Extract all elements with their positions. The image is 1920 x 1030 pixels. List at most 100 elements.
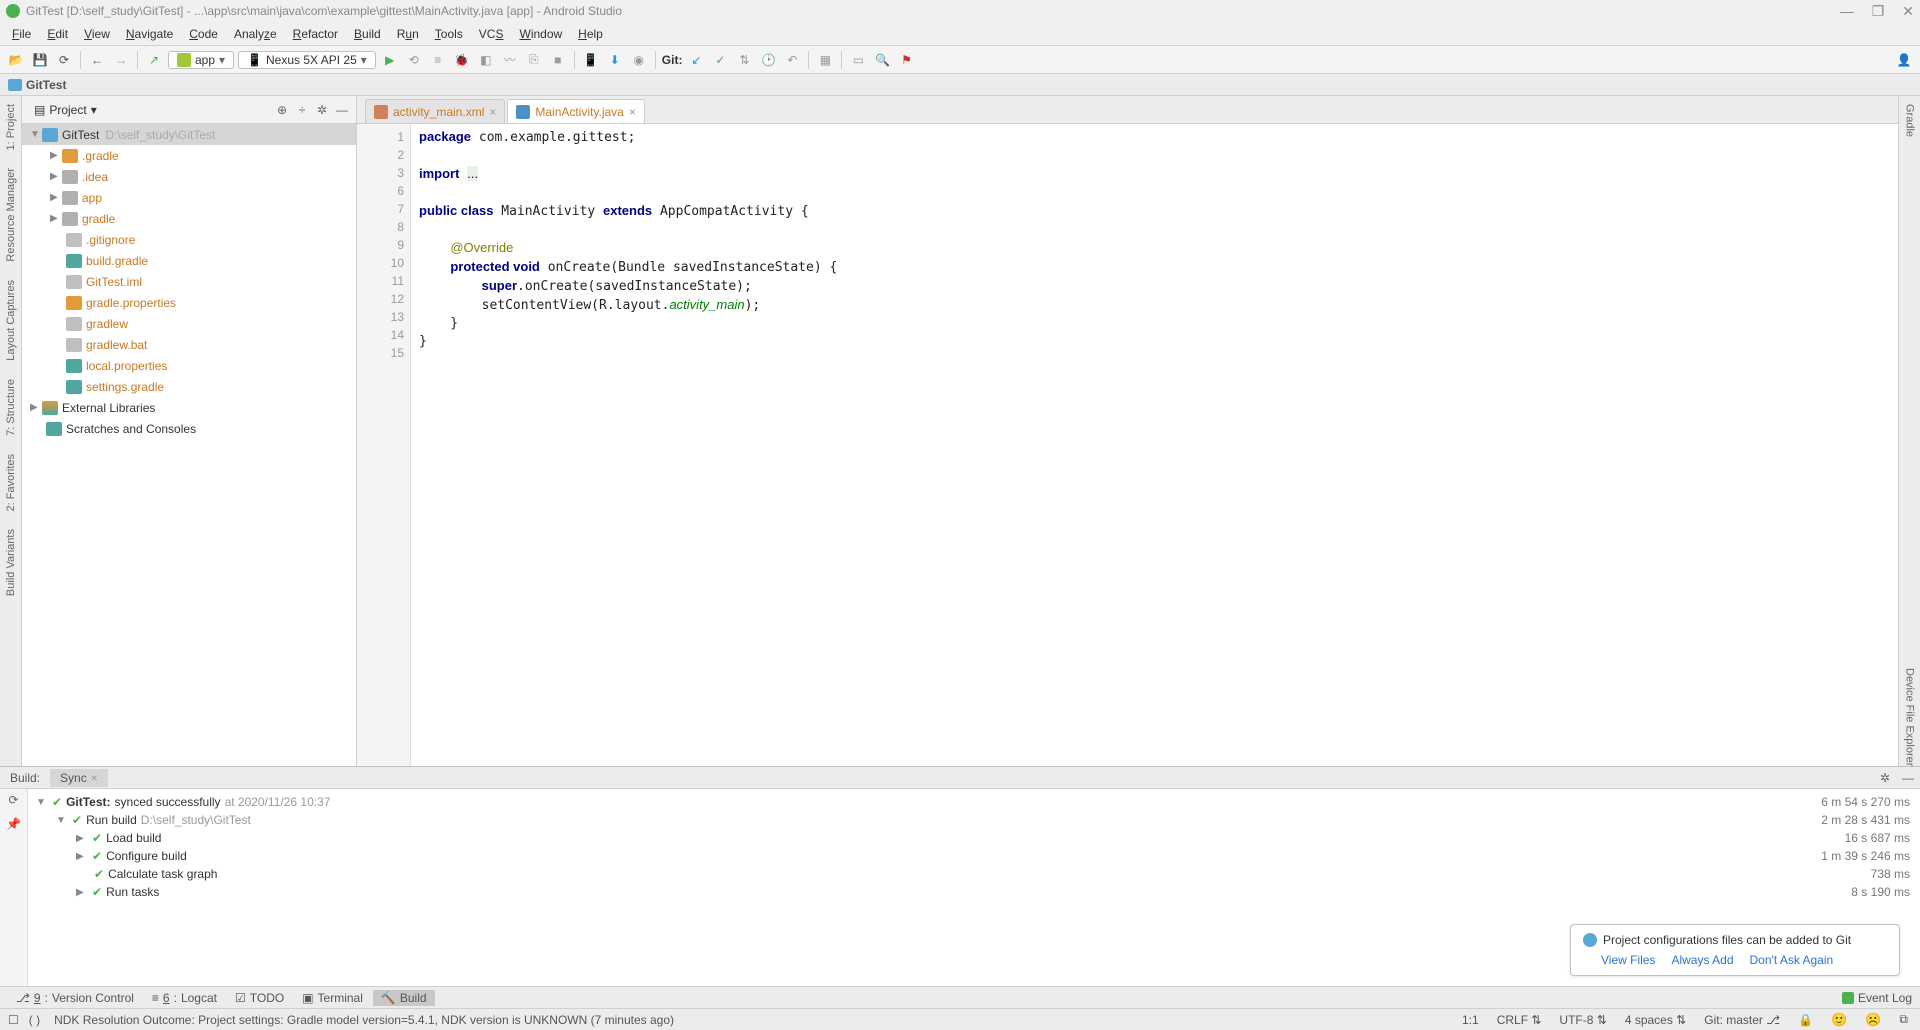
menu-build[interactable]: Build — [346, 25, 389, 43]
code-editor[interactable]: package com.example.gittest; import ... … — [411, 124, 1898, 766]
pin-icon[interactable]: 📌 — [6, 817, 21, 831]
chevron-down-icon[interactable]: ▼ — [30, 129, 42, 140]
ts-version-control[interactable]: ⎇ 9: Version Control — [8, 990, 142, 1006]
status-indent[interactable]: 4 spaces ⇅ — [1621, 1013, 1690, 1027]
user-icon[interactable]: 👤 — [1894, 50, 1914, 70]
save-icon[interactable]: 💾 — [30, 50, 50, 70]
search-icon[interactable]: 🔍 — [872, 50, 892, 70]
debug-icon[interactable]: 🐞 — [452, 50, 472, 70]
stop-icon[interactable]: ■ — [548, 50, 568, 70]
chevron-right-icon[interactable]: ▶ — [50, 150, 62, 161]
hide-icon[interactable]: — — [1896, 771, 1920, 785]
menu-vcs[interactable]: VCS — [471, 25, 512, 43]
menu-window[interactable]: Window — [511, 25, 570, 43]
sync-icon[interactable]: ⟳ — [54, 50, 74, 70]
locate-icon[interactable]: ⊕ — [273, 101, 291, 119]
project-scope-select[interactable]: ▤ Project ▾ — [26, 101, 105, 119]
assistant-icon[interactable]: ◉ — [629, 50, 649, 70]
tree-item[interactable]: local.properties — [22, 355, 356, 376]
compare-icon[interactable]: ⇅ — [734, 50, 754, 70]
menu-tools[interactable]: Tools — [427, 25, 471, 43]
menu-refactor[interactable]: Refactor — [285, 25, 346, 43]
open-icon[interactable]: 📂 — [6, 50, 26, 70]
apply-code-icon[interactable]: ≡ — [428, 50, 448, 70]
apply-changes-icon[interactable]: ⟲ — [404, 50, 424, 70]
chevron-right-icon[interactable]: ▶ — [50, 171, 62, 182]
tree-item[interactable]: ▶.gradle — [22, 145, 356, 166]
feedback-icon[interactable]: ☹️ — [1861, 1012, 1885, 1028]
tree-scratches[interactable]: Scratches and Consoles — [22, 418, 356, 439]
profile-icon[interactable]: 〰 — [500, 50, 520, 70]
forward-icon[interactable]: → — [111, 50, 131, 70]
tree-item[interactable]: build.gradle — [22, 250, 356, 271]
memory-icon[interactable]: 🙂 — [1827, 1012, 1851, 1028]
back-icon[interactable]: ← — [87, 50, 107, 70]
breadcrumb-root[interactable]: GitTest — [26, 78, 66, 92]
tree-item[interactable]: gradle.properties — [22, 292, 356, 313]
lock-icon[interactable]: 🔒 — [1794, 1013, 1817, 1027]
restart-icon[interactable]: ⟳ — [8, 793, 18, 807]
coverage-icon[interactable]: ◧ — [476, 50, 496, 70]
status-encoding[interactable]: UTF-8 ⇅ — [1555, 1013, 1610, 1027]
close-icon[interactable]: × — [489, 105, 496, 119]
commit-icon[interactable]: ✓ — [710, 50, 730, 70]
close-icon[interactable]: × — [629, 105, 636, 119]
status-position[interactable]: 1:1 — [1458, 1013, 1483, 1027]
tree-item[interactable]: ▶app — [22, 187, 356, 208]
chevron-right-icon[interactable]: ▶ — [76, 851, 88, 862]
tree-item[interactable]: gradlew — [22, 313, 356, 334]
menu-code[interactable]: Code — [181, 25, 226, 43]
settings-icon[interactable]: ✲ — [313, 101, 331, 119]
chevron-right-icon[interactable]: ▶ — [76, 833, 88, 844]
close-icon[interactable]: × — [91, 771, 98, 785]
gutter-device-file-explorer[interactable]: Device File Explorer — [1904, 668, 1916, 766]
gutter-structure[interactable]: 7: Structure — [5, 379, 17, 436]
chevron-right-icon[interactable]: ▶ — [50, 213, 62, 224]
update-icon[interactable]: ↙ — [686, 50, 706, 70]
minimize-icon[interactable]: — — [1840, 3, 1854, 20]
gutter-build-variants[interactable]: Build Variants — [5, 529, 17, 596]
tree-item[interactable]: gradlew.bat — [22, 334, 356, 355]
tree-item[interactable]: .gitignore — [22, 229, 356, 250]
maximize-icon[interactable]: ❐ — [1872, 3, 1885, 20]
run-anything-icon[interactable]: ▭ — [848, 50, 868, 70]
chevron-down-icon[interactable]: ▼ — [36, 797, 48, 808]
tree-item[interactable]: ▶.idea — [22, 166, 356, 187]
sdk-icon[interactable]: ⬇ — [605, 50, 625, 70]
run-config-select[interactable]: app ▾ — [168, 51, 234, 69]
menu-edit[interactable]: Edit — [39, 25, 76, 43]
history-icon[interactable]: 🕑 — [758, 50, 778, 70]
status-line-sep[interactable]: CRLF ⇅ — [1493, 1013, 1546, 1027]
tree-item[interactable]: settings.gradle — [22, 376, 356, 397]
gutter-gradle[interactable]: Gradle — [1904, 104, 1916, 137]
gear-icon[interactable]: ✲ — [1874, 771, 1896, 785]
status-popup-icon[interactable]: ☐ — [8, 1013, 19, 1027]
menu-run[interactable]: Run — [389, 25, 427, 43]
notice-always-add[interactable]: Always Add — [1671, 953, 1733, 967]
menu-navigate[interactable]: Navigate — [118, 25, 181, 43]
run-icon[interactable]: ▶ — [380, 50, 400, 70]
ts-build[interactable]: 🔨 Build — [373, 990, 435, 1006]
ts-logcat[interactable]: ≡ 6: Logcat — [144, 990, 225, 1006]
status-git-branch[interactable]: Git: master ⎇ — [1700, 1013, 1784, 1027]
ide-errors-icon[interactable]: ⚑ — [896, 50, 916, 70]
notice-dont-ask[interactable]: Don't Ask Again — [1750, 953, 1834, 967]
project-tree[interactable]: ▼ GitTest D:\self_study\GitTest ▶.gradle… — [22, 124, 356, 766]
menu-file[interactable]: File — [4, 25, 39, 43]
project-structure-icon[interactable]: ▦ — [815, 50, 835, 70]
tree-item[interactable]: GitTest.iml — [22, 271, 356, 292]
ts-todo[interactable]: ☑ TODO — [227, 990, 292, 1006]
gutter-favorites[interactable]: 2: Favorites — [5, 454, 17, 511]
menu-help[interactable]: Help — [570, 25, 611, 43]
build-tab-sync[interactable]: Sync× — [50, 769, 108, 787]
device-select[interactable]: 📱 Nexus 5X API 25 ▾ — [238, 51, 376, 69]
attach-icon[interactable]: ⎘ — [524, 50, 544, 70]
ts-event-log[interactable]: Event Log — [1842, 991, 1912, 1005]
chevron-right-icon[interactable]: ▶ — [30, 402, 42, 413]
tree-item[interactable]: ▶gradle — [22, 208, 356, 229]
menu-analyze[interactable]: Analyze — [226, 25, 285, 43]
tree-external-libs[interactable]: ▶External Libraries — [22, 397, 356, 418]
revert-icon[interactable]: ↶ — [782, 50, 802, 70]
editor-tab-xml[interactable]: activity_main.xml × — [365, 99, 505, 123]
gutter-resource-manager[interactable]: Resource Manager — [5, 168, 17, 262]
